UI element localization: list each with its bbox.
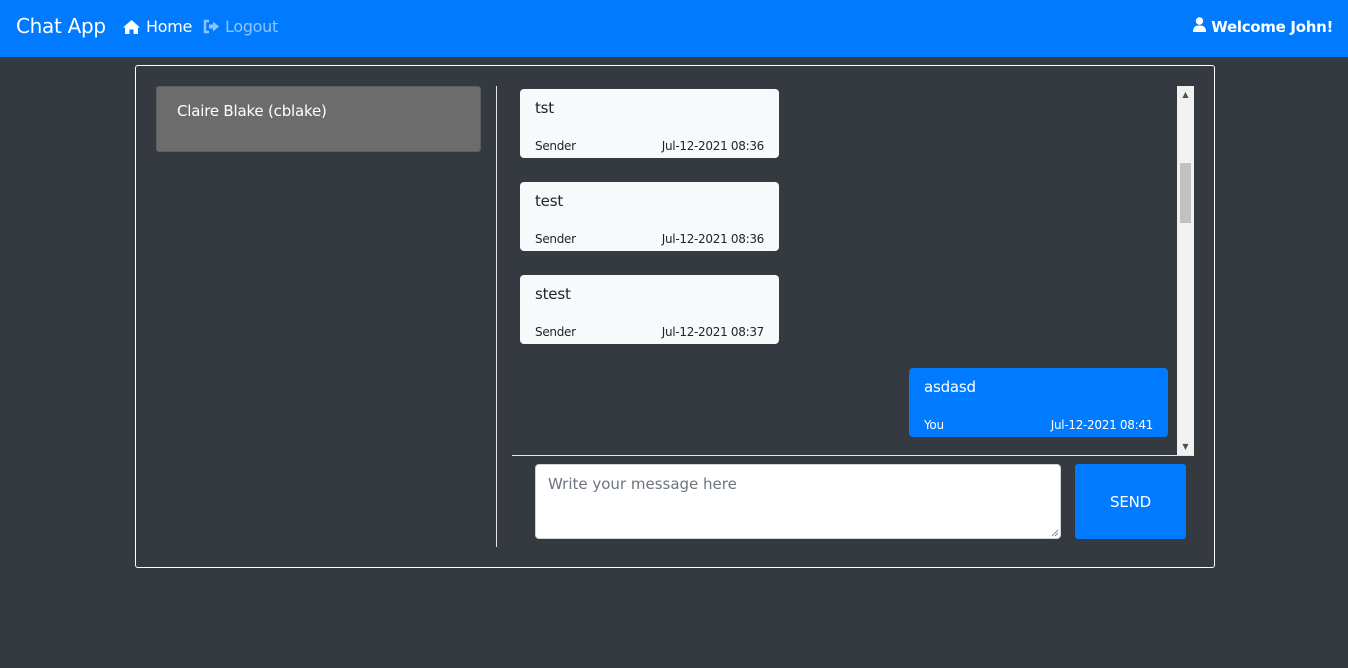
home-icon — [122, 19, 141, 35]
nav-home-link[interactable]: Home — [122, 17, 192, 36]
scroll-up-arrow-icon[interactable]: ▲ — [1177, 86, 1194, 103]
message-scrollbar[interactable]: ▲ ▼ — [1177, 86, 1194, 455]
contact-item[interactable]: Claire Blake (cblake) — [156, 86, 481, 152]
scroll-down-arrow-icon[interactable]: ▼ — [1177, 438, 1194, 455]
top-navbar: Chat App Home Logout Welcome John! — [0, 0, 1348, 57]
sign-out-icon — [203, 19, 220, 34]
chat-panel: Claire Blake (cblake) tst Sender Jul-12-… — [135, 65, 1215, 568]
user-icon — [1193, 17, 1207, 36]
message-sender: Sender — [535, 325, 576, 339]
message-time: Jul-12-2021 08:37 — [661, 325, 765, 339]
message-time: Jul-12-2021 08:41 — [1050, 418, 1154, 432]
message-item-own: asdasd You Jul-12-2021 08:41 — [909, 368, 1168, 437]
vertical-divider — [496, 86, 497, 547]
message-sender: Sender — [535, 139, 576, 153]
send-button[interactable]: SEND — [1075, 464, 1186, 539]
message-meta: Sender Jul-12-2021 08:37 — [535, 325, 764, 339]
message-sender: Sender — [535, 232, 576, 246]
nav-logout-link[interactable]: Logout — [203, 17, 278, 36]
message-input[interactable] — [535, 464, 1061, 539]
resize-grip-icon[interactable] — [1049, 527, 1059, 537]
nav-home-label: Home — [146, 17, 193, 36]
message-time: Jul-12-2021 08:36 — [661, 139, 765, 153]
message-time: Jul-12-2021 08:36 — [661, 232, 765, 246]
message-text: test — [535, 192, 564, 210]
message-item: test Sender Jul-12-2021 08:36 — [520, 182, 779, 251]
message-item: tst Sender Jul-12-2021 08:36 — [520, 89, 779, 158]
message-item: stest Sender Jul-12-2021 08:37 — [520, 275, 779, 344]
nav-logout-label: Logout — [225, 17, 278, 36]
contact-label: Claire Blake (cblake) — [177, 102, 327, 120]
message-text: asdasd — [924, 378, 976, 396]
scroll-thumb[interactable] — [1180, 163, 1191, 223]
welcome-user: Welcome John! — [1193, 17, 1333, 36]
horizontal-divider — [512, 455, 1194, 456]
welcome-text: Welcome John! — [1211, 17, 1333, 36]
message-meta: Sender Jul-12-2021 08:36 — [535, 232, 764, 246]
message-text: stest — [535, 285, 571, 303]
brand-link[interactable]: Chat App — [16, 14, 106, 38]
message-meta: You Jul-12-2021 08:41 — [924, 418, 1153, 432]
message-text: tst — [535, 99, 554, 117]
message-meta: Sender Jul-12-2021 08:36 — [535, 139, 764, 153]
message-list: tst Sender Jul-12-2021 08:36 test Sender… — [512, 86, 1194, 455]
message-sender: You — [924, 418, 944, 432]
